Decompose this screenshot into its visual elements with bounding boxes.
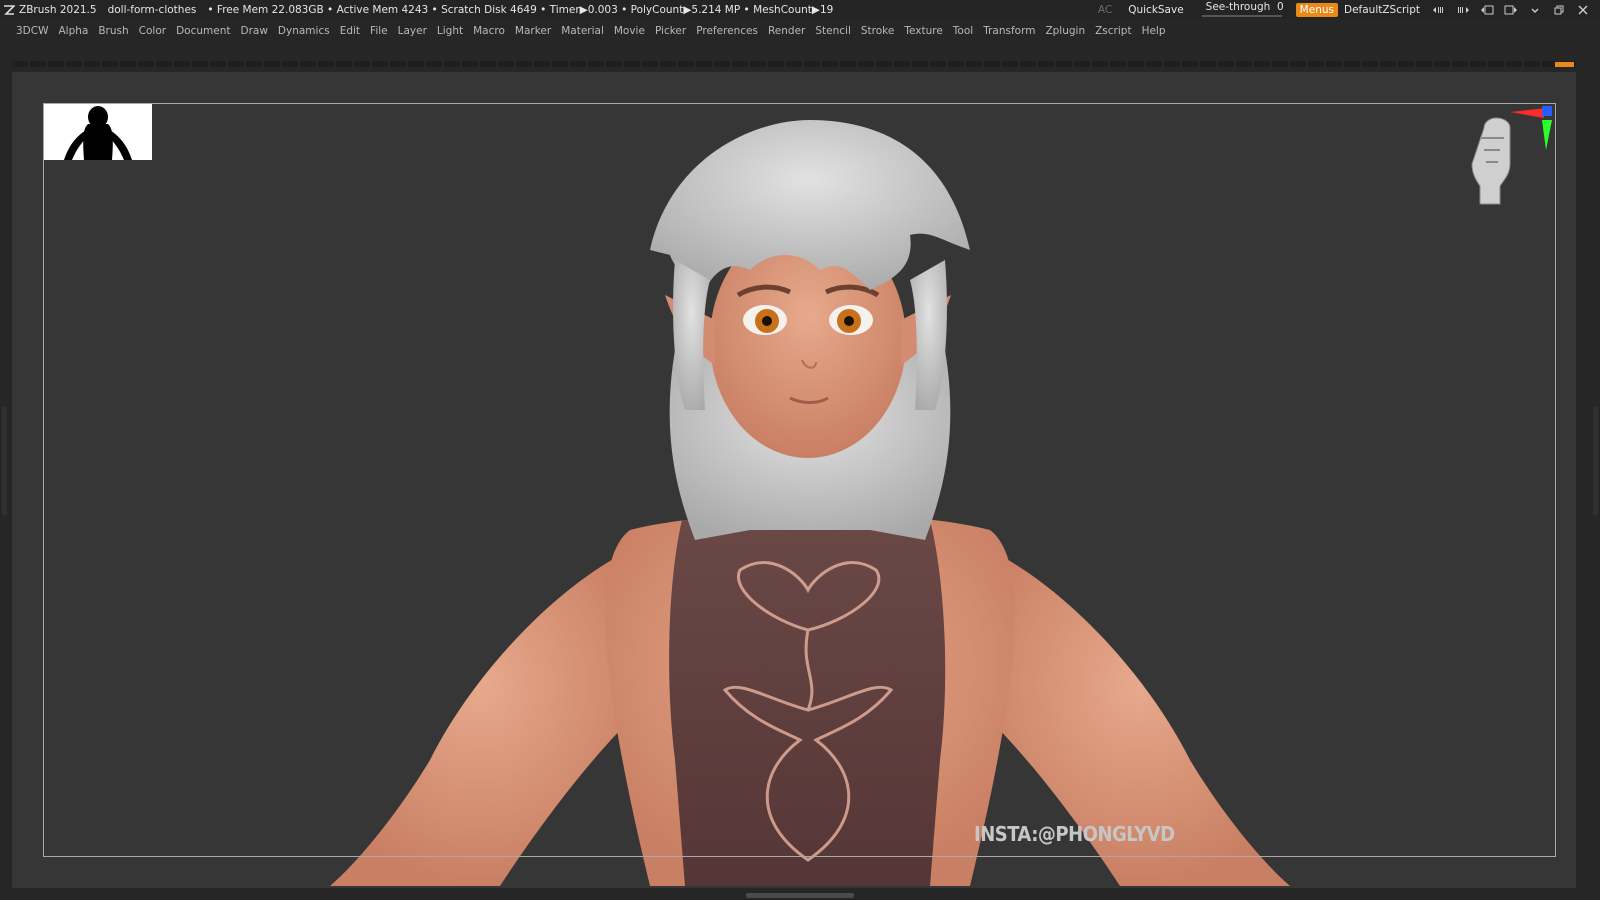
gizmo-head-icon[interactable] — [1466, 104, 1556, 214]
document-name: doll-form-clothes — [107, 3, 197, 16]
minimize-icon[interactable] — [1528, 3, 1542, 17]
menu-edit[interactable]: Edit — [340, 25, 360, 37]
see-through-track — [1201, 15, 1282, 17]
memory-stats: • Free Mem 22.083GB • Active Mem 4243 • … — [207, 3, 834, 16]
menu-brush[interactable]: Brush — [98, 25, 128, 37]
menu-zscript[interactable]: Zscript — [1095, 25, 1131, 37]
default-zscript-button[interactable]: DefaultZScript — [1344, 4, 1420, 16]
menu-stencil[interactable]: Stencil — [815, 25, 851, 37]
menu-file[interactable]: File — [370, 25, 388, 37]
menu-stroke[interactable]: Stroke — [861, 25, 894, 37]
axis-icon — [1510, 106, 1552, 150]
menu-layer[interactable]: Layer — [398, 25, 427, 37]
menu-3dcw[interactable]: 3DCW — [16, 25, 48, 37]
title-bar: ZBrush 2021.5 doll-form-clothes • Free M… — [0, 0, 1600, 19]
menu-macro[interactable]: Macro — [473, 25, 505, 37]
top-shelf[interactable] — [12, 61, 1576, 67]
canvas-frame[interactable] — [43, 103, 1556, 857]
close-icon[interactable] — [1576, 3, 1590, 17]
menu-tool[interactable]: Tool — [953, 25, 973, 37]
menu-movie[interactable]: Movie — [614, 25, 645, 37]
layout-left-icon[interactable] — [1480, 3, 1494, 17]
menu-color[interactable]: Color — [139, 25, 166, 37]
shelf-indicator — [1555, 62, 1574, 67]
zbrush-logo-icon — [4, 4, 15, 15]
bottom-tray-handle[interactable] — [746, 893, 854, 898]
menu-material[interactable]: Material — [561, 25, 604, 37]
menu-render[interactable]: Render — [768, 25, 805, 37]
menu-preferences[interactable]: Preferences — [696, 25, 758, 37]
watermark-text: INSTA:@PHONGLYVD — [974, 822, 1175, 846]
see-through-label: See-through — [1205, 1, 1271, 13]
silhouette-thumbnail[interactable] — [44, 104, 152, 160]
see-through-value: 0 — [1277, 1, 1284, 13]
menu-picker[interactable]: Picker — [655, 25, 686, 37]
ac-label[interactable]: AC — [1098, 4, 1112, 16]
see-through-slider[interactable]: See-through 0 — [1201, 0, 1284, 19]
menu-draw[interactable]: Draw — [240, 25, 267, 37]
menus-toggle-button[interactable]: Menus — [1295, 2, 1338, 17]
menu-help[interactable]: Help — [1142, 25, 1166, 37]
layout-right-icon[interactable] — [1504, 3, 1518, 17]
menu-document[interactable]: Document — [176, 25, 230, 37]
title-bar-right: AC QuickSave See-through 0 Menus Default… — [1098, 0, 1600, 19]
right-tray-handle[interactable] — [1593, 407, 1598, 515]
quicksave-button[interactable]: QuickSave — [1128, 4, 1183, 16]
restore-icon[interactable] — [1552, 3, 1566, 17]
main-menu-bar: 3DCW Alpha Brush Color Document Draw Dyn… — [0, 20, 1600, 41]
left-tray-handle[interactable] — [2, 407, 7, 515]
menu-transform[interactable]: Transform — [983, 25, 1035, 37]
app-version: ZBrush 2021.5 — [19, 3, 97, 16]
menu-dynamics[interactable]: Dynamics — [278, 25, 330, 37]
menu-zplugin[interactable]: Zplugin — [1045, 25, 1085, 37]
collapse-right-icon[interactable] — [1456, 3, 1470, 17]
collapse-left-icon[interactable] — [1432, 3, 1446, 17]
menu-alpha[interactable]: Alpha — [58, 25, 88, 37]
menu-marker[interactable]: Marker — [515, 25, 551, 37]
menu-light[interactable]: Light — [437, 25, 463, 37]
menu-texture[interactable]: Texture — [904, 25, 942, 37]
